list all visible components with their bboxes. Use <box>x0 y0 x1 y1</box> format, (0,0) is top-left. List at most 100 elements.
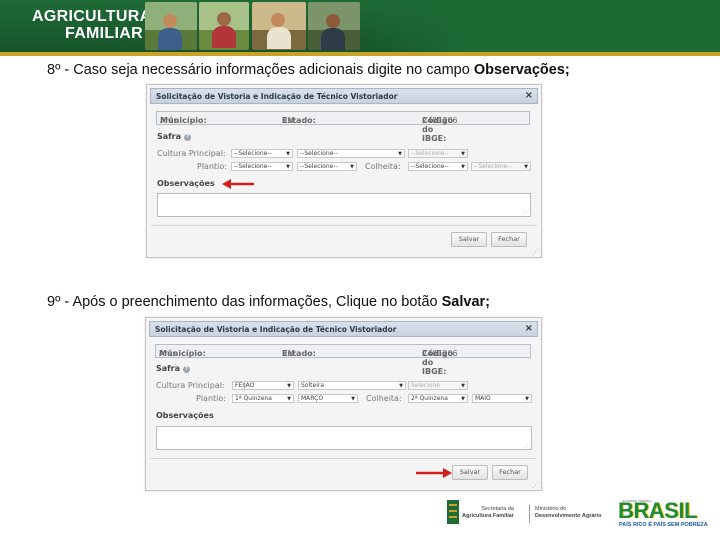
fechar-button[interactable]: Fechar <box>492 465 528 480</box>
colheita-select-1-value: --Selecione-- <box>411 163 449 170</box>
cultura-select-2-value: --Selecione-- <box>300 150 338 157</box>
secretaria-line-1: Secretaria da <box>481 506 514 512</box>
cultura-select-3[interactable]: --Selecione-- ▼ <box>408 149 468 158</box>
ministerio-line-1: Ministério do <box>535 506 567 512</box>
safra-section: Safra? <box>156 364 190 373</box>
dialog-title: Solicitação de Vistoria e Indicação de T… <box>155 325 397 334</box>
plantio-select-2[interactable]: --Selecione-- ▼ <box>297 162 357 171</box>
fechar-button[interactable]: Fechar <box>491 232 527 247</box>
cultura-select-1-value: FEIJAO <box>235 382 255 389</box>
logo-line-2: FAMILIAR <box>65 25 143 42</box>
observacoes-textarea[interactable]: ⋰ <box>156 426 532 450</box>
cultura-select-3-value: Selecione <box>411 382 440 389</box>
plantio-label: Plantio: <box>197 162 227 171</box>
colheita-select-2[interactable]: MAIO ▼ <box>472 394 532 403</box>
red-arrow-icon <box>416 468 452 478</box>
farmer-photo-4 <box>308 2 360 50</box>
dialog-title-bar: Solicitação de Vistoria e Indicação de T… <box>150 88 538 104</box>
step-8-bold: Observações; <box>473 62 570 78</box>
plantio-select-2[interactable]: MARÇO ▼ <box>298 394 358 403</box>
resize-grip-icon[interactable]: ⋰ <box>532 249 539 256</box>
farmer-photo-3 <box>252 2 306 50</box>
plantio-label: Plantio: <box>196 394 226 403</box>
dropdown-arrow-icon: ▼ <box>286 151 290 157</box>
cultura-select-1[interactable]: --Selecione-- ▼ <box>231 149 293 158</box>
dialog-vistoria-2: Solicitação de Vistoria e Indicação de T… <box>145 317 542 491</box>
farmer-photo-1 <box>145 2 197 50</box>
step-8-instruction: 8º - Caso seja necessário informações ad… <box>47 62 570 78</box>
observacoes-textarea[interactable]: ⋰ <box>157 193 531 217</box>
program-logo: AGRICULTURA FAMILIAR <box>32 8 151 42</box>
municipio-value: Arês <box>159 349 177 358</box>
slide: AGRICULTURA FAMILIAR 8º - Caso seja nece… <box>0 0 720 540</box>
colheita-select-1-value: 2ª Quinzena <box>411 395 448 402</box>
colheita-select-1[interactable]: --Selecione-- ▼ <box>408 162 468 171</box>
footer-divider <box>529 505 530 523</box>
dropdown-arrow-icon: ▼ <box>461 151 465 157</box>
help-icon[interactable]: ? <box>182 366 190 373</box>
plantio-select-1-value: --Selecione-- <box>234 163 272 170</box>
dialog-vistoria-1: Solicitação de Vistoria e Indicação de T… <box>146 84 542 258</box>
ibge-value: 2401206 <box>422 349 458 358</box>
safra-label: Safra <box>156 364 180 373</box>
step-9-text: 9º - Após o preenchimento das informaçõe… <box>47 294 442 310</box>
salvar-button[interactable]: Salvar <box>451 232 487 247</box>
plantio-select-1[interactable]: 1ª Quinzena ▼ <box>232 394 294 403</box>
plantio-select-2-value: MARÇO <box>301 395 324 402</box>
estado-value: RN <box>282 116 294 125</box>
plantio-select-1[interactable]: --Selecione-- ▼ <box>231 162 293 171</box>
resize-grip-icon: ⋰ <box>523 209 529 216</box>
dialog-title-bar: Solicitação de Vistoria e Indicação de T… <box>149 321 538 337</box>
dialog-title: Solicitação de Vistoria e Indicação de T… <box>156 92 398 101</box>
dropdown-arrow-icon: ▼ <box>350 164 354 170</box>
observacoes-label: Observações <box>156 411 214 420</box>
dropdown-arrow-icon: ▼ <box>524 164 528 170</box>
dialog-divider <box>150 458 537 459</box>
dropdown-arrow-icon: ▼ <box>461 383 465 389</box>
cultura-label: Cultura Principal: <box>156 381 225 390</box>
cultura-select-3[interactable]: Selecione ▼ <box>408 381 468 390</box>
estado-value: RN <box>282 349 294 358</box>
cultura-select-3-value: --Selecione-- <box>411 150 449 157</box>
banner-fade <box>360 0 720 52</box>
brasil-wordmark: BRASIL <box>618 498 697 523</box>
salvar-button[interactable]: Salvar <box>452 465 488 480</box>
dropdown-arrow-icon: ▼ <box>461 164 465 170</box>
dropdown-arrow-icon: ▼ <box>399 383 403 389</box>
location-info-bar: Município: Arês Estado: RN Código do IBG… <box>155 344 531 376</box>
help-icon[interactable]: ? <box>183 134 191 141</box>
colheita-select-2[interactable]: --Selecione-- ▼ <box>471 162 531 171</box>
dropdown-arrow-icon: ▼ <box>286 164 290 170</box>
resize-grip-icon: ⋰ <box>524 442 530 449</box>
cultura-select-1[interactable]: FEIJAO ▼ <box>232 381 294 390</box>
close-icon[interactable]: × <box>525 90 533 102</box>
dropdown-arrow-icon: ▼ <box>287 396 291 402</box>
safra-label: Safra <box>157 132 181 141</box>
step-8-text: 8º - Caso seja necessário informações ad… <box>47 62 474 78</box>
observacoes-label: Observações <box>157 179 215 188</box>
close-icon[interactable]: × <box>525 323 533 335</box>
step-9-bold: Salvar; <box>441 294 490 310</box>
step-9-instruction: 9º - Após o preenchimento das informaçõe… <box>47 294 490 310</box>
plantio-select-1-value: 1ª Quinzena <box>235 395 272 402</box>
dropdown-arrow-icon: ▼ <box>398 151 402 157</box>
colheita-label: Colheita: <box>365 162 401 171</box>
ministry-logo-icon <box>447 500 459 524</box>
cultura-select-2[interactable]: --Selecione-- ▼ <box>297 149 405 158</box>
ministerio-line-2: Desenvolvimento Agrário <box>535 513 602 519</box>
gov-tag: GOVERNO FEDERAL <box>622 499 652 503</box>
cultura-select-2[interactable]: Solteira ▼ <box>298 381 406 390</box>
dropdown-arrow-icon: ▼ <box>351 396 355 402</box>
dialog-divider <box>151 225 537 226</box>
resize-grip-icon[interactable]: ⋰ <box>532 482 539 489</box>
dropdown-arrow-icon: ▼ <box>525 396 529 402</box>
colheita-select-2-value: MAIO <box>475 395 491 402</box>
red-arrow-icon <box>222 179 254 189</box>
safra-section: Safra? <box>157 132 191 141</box>
cultura-label: Cultura Principal: <box>157 149 226 158</box>
ministerio-text: Ministério do Desenvolvimento Agrário <box>535 506 601 520</box>
cultura-select-1-value: --Selecione-- <box>234 150 272 157</box>
colheita-select-2-value: --Selecione-- <box>474 163 512 170</box>
dropdown-arrow-icon: ▼ <box>287 383 291 389</box>
colheita-select-1[interactable]: 2ª Quinzena ▼ <box>408 394 468 403</box>
